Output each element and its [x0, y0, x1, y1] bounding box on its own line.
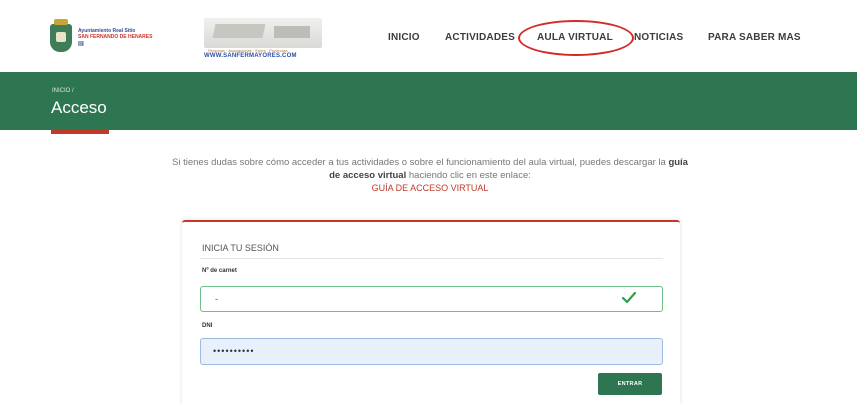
login-title: INICIA TU SESIÓN — [202, 243, 279, 253]
carnet-input[interactable]: - — [200, 286, 663, 312]
help-text: Si tienes dudas sobre cómo acceder a tus… — [170, 156, 690, 195]
login-divider — [200, 258, 663, 259]
check-icon — [622, 292, 636, 304]
nav-para-saber-mas[interactable]: PARA SABER MAS — [708, 32, 801, 46]
nav-aula-virtual[interactable]: AULA VIRTUAL — [537, 32, 613, 46]
ayuntamiento-logo[interactable]: Ayuntamiento Real Sitio SAN FERNANDO DE … — [50, 19, 180, 54]
ayuntamiento-line2: SAN FERNANDO DE HENARES — [78, 33, 153, 40]
ayuntamiento-logo-text: Ayuntamiento Real Sitio SAN FERNANDO DE … — [78, 28, 152, 49]
breadcrumb[interactable]: INICIO / — [52, 88, 74, 94]
dni-label: DNI — [202, 323, 213, 329]
dni-input[interactable]: •••••••••• — [200, 338, 663, 365]
nav-actividades[interactable]: ACTIVIDADES — [445, 32, 515, 46]
crest-icon — [50, 19, 72, 52]
nav-noticias[interactable]: NOTICIAS — [634, 32, 683, 46]
help-text-after: haciendo clic en este enlace: — [406, 170, 531, 181]
help-text-before: Si tienes dudas sobre cómo acceder a tus… — [172, 157, 669, 168]
guia-acceso-link[interactable]: GUÍA DE ACCESO VIRTUAL — [170, 182, 690, 195]
page-banner — [0, 72, 857, 130]
title-underline — [51, 130, 109, 134]
nav-inicio[interactable]: INICIO — [388, 32, 420, 46]
page-title: Acceso — [51, 98, 107, 117]
sanfermayores-logo-image — [204, 18, 322, 48]
carnet-label: Nº de carnet — [202, 268, 237, 274]
ayuntamiento-line3: III — [78, 40, 84, 48]
sanfermayores-logo[interactable]: Personas · Asociaciones · Entes · Provin… — [200, 16, 330, 64]
entrar-button[interactable]: ENTRAR — [598, 373, 662, 395]
sanfermayores-url: WWW.SANFERMAYORES.COM — [204, 53, 297, 59]
